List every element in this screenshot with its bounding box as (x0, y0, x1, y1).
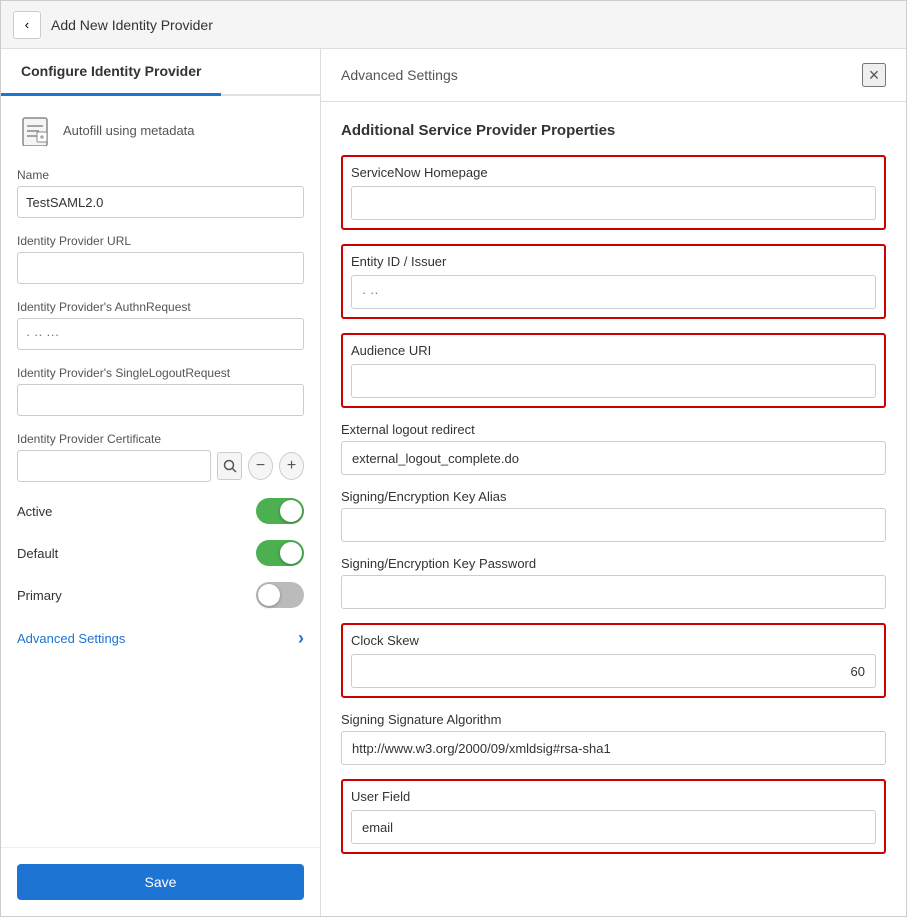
back-icon: ‹ (25, 17, 29, 32)
primary-toggle-row: Primary (17, 582, 304, 608)
primary-toggle-knob (258, 584, 280, 606)
plus-icon: + (287, 457, 296, 475)
chevron-right-icon: › (298, 628, 304, 649)
logout-redirect-input[interactable] (341, 441, 886, 475)
logout-request-input[interactable] (17, 384, 304, 416)
certificate-row: − + (17, 450, 304, 482)
autofill-label: Autofill using metadata (63, 123, 195, 138)
entity-id-input[interactable] (351, 275, 876, 309)
active-label: Active (17, 504, 52, 519)
clock-skew-input[interactable] (351, 654, 876, 688)
logout-request-label: Identity Provider's SingleLogoutRequest (17, 366, 304, 380)
tab-configure-identity-provider[interactable]: Configure Identity Provider (1, 49, 221, 96)
key-password-label: Signing/Encryption Key Password (341, 556, 886, 571)
signing-algo-label: Signing Signature Algorithm (341, 712, 886, 727)
default-toggle-knob (280, 542, 302, 564)
right-panel-title: Advanced Settings (341, 67, 458, 83)
autofill-icon (17, 112, 53, 148)
idp-url-group: Identity Provider URL (17, 234, 304, 284)
logout-request-group: Identity Provider's SingleLogoutRequest (17, 366, 304, 416)
idp-url-label: Identity Provider URL (17, 234, 304, 248)
certificate-minus-button[interactable]: − (248, 452, 273, 480)
window: ‹ Add New Identity Provider Configure Id… (0, 0, 907, 917)
close-icon: × (869, 65, 880, 86)
left-panel: Configure Identity Provider (1, 49, 321, 916)
certificate-plus-button[interactable]: + (279, 452, 304, 480)
close-button[interactable]: × (862, 63, 886, 87)
minus-icon: − (256, 457, 265, 475)
save-button[interactable]: Save (17, 864, 304, 900)
name-input[interactable] (17, 186, 304, 218)
primary-label: Primary (17, 588, 62, 603)
clock-skew-group: Clock Skew (341, 623, 886, 698)
default-toggle-row: Default (17, 540, 304, 566)
main-content: Configure Identity Provider (1, 49, 906, 916)
default-toggle[interactable] (256, 540, 304, 566)
audience-uri-label: Audience URI (351, 343, 876, 358)
left-panel-body: Autofill using metadata Name Identity Pr… (1, 96, 320, 847)
entity-id-group: Entity ID / Issuer (341, 244, 886, 319)
save-btn-container: Save (1, 847, 320, 916)
signing-algo-group: Signing Signature Algorithm (341, 712, 886, 765)
idp-url-input[interactable] (17, 252, 304, 284)
default-label: Default (17, 546, 58, 561)
right-panel-header: Advanced Settings × (321, 49, 906, 102)
active-toggle[interactable] (256, 498, 304, 524)
name-group: Name (17, 168, 304, 218)
certificate-search-button[interactable] (217, 452, 242, 480)
certificate-group: Identity Provider Certificate − (17, 432, 304, 482)
clock-skew-label: Clock Skew (351, 633, 876, 648)
authn-request-group: Identity Provider's AuthnRequest (17, 300, 304, 350)
name-label: Name (17, 168, 304, 182)
key-password-group: Signing/Encryption Key Password (341, 556, 886, 609)
audience-uri-group: Audience URI (341, 333, 886, 408)
logout-redirect-label: External logout redirect (341, 422, 886, 437)
advanced-settings-label: Advanced Settings (17, 631, 125, 646)
tabs: Configure Identity Provider (1, 49, 320, 96)
right-panel-body: Additional Service Provider Properties S… (321, 102, 906, 916)
user-field-group: User Field (341, 779, 886, 854)
primary-toggle[interactable] (256, 582, 304, 608)
homepage-group: ServiceNow Homepage (341, 155, 886, 230)
title-bar: ‹ Add New Identity Provider (1, 1, 906, 49)
advanced-settings-link[interactable]: Advanced Settings › (17, 624, 304, 653)
back-button[interactable]: ‹ (13, 11, 41, 39)
authn-request-label: Identity Provider's AuthnRequest (17, 300, 304, 314)
certificate-input[interactable] (17, 450, 211, 482)
key-alias-label: Signing/Encryption Key Alias (341, 489, 886, 504)
right-panel: Advanced Settings × Additional Service P… (321, 49, 906, 916)
active-toggle-row: Active (17, 498, 304, 524)
authn-request-input[interactable] (17, 318, 304, 350)
key-alias-group: Signing/Encryption Key Alias (341, 489, 886, 542)
user-field-label: User Field (351, 789, 876, 804)
active-toggle-knob (280, 500, 302, 522)
key-alias-input[interactable] (341, 508, 886, 542)
certificate-label: Identity Provider Certificate (17, 432, 304, 446)
homepage-input[interactable] (351, 186, 876, 220)
user-field-input[interactable] (351, 810, 876, 844)
audience-uri-input[interactable] (351, 364, 876, 398)
key-password-input[interactable] (341, 575, 886, 609)
logout-redirect-group: External logout redirect (341, 422, 886, 475)
section-title: Additional Service Provider Properties (341, 122, 886, 139)
signing-algo-input[interactable] (341, 731, 886, 765)
window-title: Add New Identity Provider (51, 17, 213, 33)
search-icon (223, 459, 237, 473)
entity-id-label: Entity ID / Issuer (351, 254, 876, 269)
autofill-row[interactable]: Autofill using metadata (17, 112, 304, 148)
homepage-label: ServiceNow Homepage (351, 165, 876, 180)
